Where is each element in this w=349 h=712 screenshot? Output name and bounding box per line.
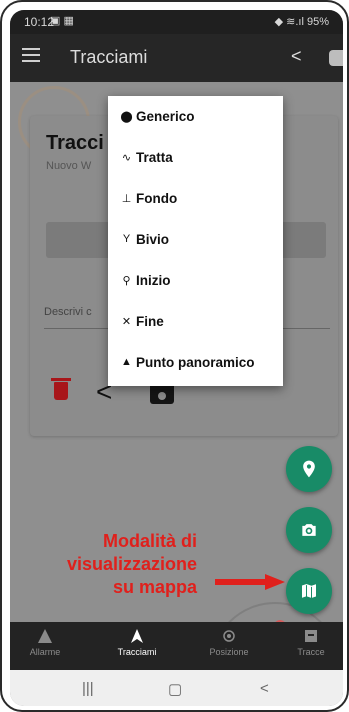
location-pin-icon: ⬤ [120,110,133,123]
appbar-action-icon[interactable] [329,50,343,66]
menu-item-tratta[interactable]: ∿ Tratta [120,147,173,167]
add-waypoint-button[interactable] [286,446,332,492]
status-bar: 10:12 ▣ ▦ ◆ ≋.ıl 95% [10,10,343,34]
gps-target-icon [223,630,235,642]
hamburger-menu-icon[interactable] [22,48,40,62]
card-subtitle: Nuovo W [46,160,92,172]
annotation-line-1: Modalità di [103,531,197,551]
menu-item-fine[interactable]: ✕ Fine [120,311,164,331]
navigation-arrow-icon [131,629,143,643]
map-view-button[interactable] [286,568,332,614]
status-notification-icons: ▣ ▦ [50,15,74,27]
description-field-label: Descrivi c [44,306,92,318]
menu-item-generico[interactable]: ⬤ Generico [120,106,194,126]
back-icon[interactable]: < [260,680,269,697]
ground-icon: ⊥ [121,192,132,205]
panorama-icon: ▲ [121,356,132,368]
annotation-line-3: su mappa [112,577,197,597]
fork-icon: Y [122,233,131,245]
annotation-line-2: visualizzazione [66,554,197,574]
menu-item-punto-panoramico[interactable]: ▲ Punto panoramico [120,352,254,372]
menu-item-inizio[interactable]: ⚲ Inizio [120,270,170,290]
nav-label: Allarme [29,647,61,657]
delete-icon[interactable] [51,378,71,400]
card-title: Tracci [46,132,104,154]
nav-item-tracce[interactable]: Tracce [278,628,343,657]
app-title: Tracciami [70,47,148,67]
waypoint-type-menu: ⬤ Generico ∿ Tratta ⊥ Fondo Y Bivio ⚲ In… [108,96,283,386]
nav-label: Tracciami [117,647,157,657]
camera-icon [302,524,316,536]
add-photo-button[interactable] [286,507,332,553]
start-pin-icon: ⚲ [122,274,131,287]
status-right: ◆ ≋.ıl 95% [274,16,329,28]
location-pin-icon [303,460,315,478]
map-icon [301,582,317,600]
nav-label: Tracce [297,647,325,657]
system-navigation-bar: ||| ▢ < [10,670,343,706]
archive-icon [305,630,317,642]
phone-frame: 10:12 ▣ ▦ ◆ ≋.ıl 95% Tracciami < Tracci … [0,0,349,712]
route-icon: ∿ [121,151,132,164]
nav-item-tracciami[interactable]: Tracciami [104,628,170,657]
annotation-arrow-icon [215,574,285,590]
recent-apps-icon[interactable]: ||| [82,680,94,697]
nav-label: Posizione [209,647,249,657]
app-bar: Tracciami < [10,34,343,82]
bottom-navigation: Allarme Tracciami Posizione Tracce [10,622,343,670]
screen: 10:12 ▣ ▦ ◆ ≋.ıl 95% Tracciami < Tracci … [10,10,343,706]
menu-item-fondo[interactable]: ⊥ Fondo [120,188,178,208]
menu-item-bivio[interactable]: Y Bivio [120,229,169,249]
end-icon: ✕ [121,315,132,328]
nav-item-posizione[interactable]: Posizione [196,628,262,657]
warning-icon [38,629,52,643]
share-icon[interactable]: < [291,46,311,68]
nav-item-allarme[interactable]: Allarme [12,628,78,657]
home-icon[interactable]: ▢ [168,680,182,698]
